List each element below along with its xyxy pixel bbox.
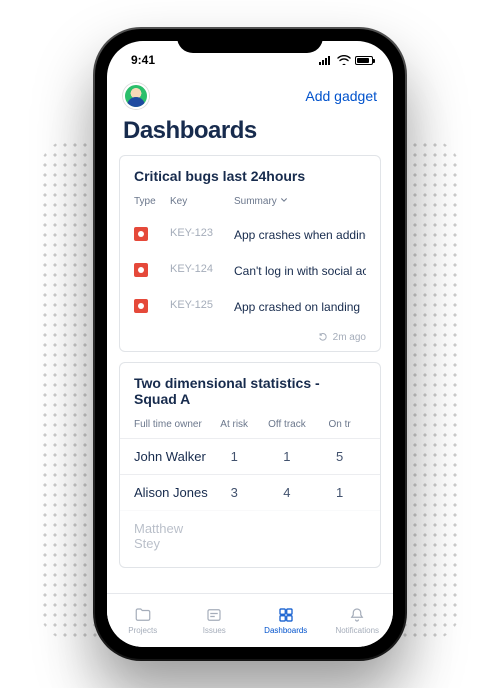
issues-icon — [205, 606, 223, 624]
battery-icon — [355, 56, 373, 65]
bug-summary: App crashed on landing — [234, 299, 366, 315]
col-type: Type — [134, 196, 170, 207]
bug-key: KEY-125 — [170, 299, 234, 311]
bell-icon — [348, 606, 366, 624]
status-time: 9:41 — [131, 53, 155, 67]
bug-summary: App crashes when adding attachment — [234, 227, 366, 243]
stats-header-row: Full time owner At risk Off track On tr — [120, 415, 380, 438]
chevron-down-icon — [280, 196, 288, 207]
tab-dashboards[interactable]: Dashboards — [250, 594, 322, 647]
tab-projects[interactable]: Projects — [107, 594, 179, 647]
tab-issues[interactable]: Issues — [179, 594, 251, 647]
bugs-header-row: Type Key Summary — [120, 192, 380, 217]
col-risk: At risk — [208, 419, 261, 430]
table-row[interactable]: Matthew Stey — [120, 510, 380, 561]
content-scroll[interactable]: Critical bugs last 24hours Type Key Summ… — [107, 155, 393, 593]
dashboard-icon — [277, 606, 295, 624]
bug-key: KEY-124 — [170, 263, 234, 275]
bug-key: KEY-123 — [170, 227, 234, 239]
table-row[interactable]: KEY-123 App crashes when adding attachme… — [120, 217, 380, 253]
avatar[interactable] — [123, 83, 149, 109]
table-row[interactable]: John Walker 1 1 5 — [120, 438, 380, 474]
table-row[interactable]: KEY-124 Can't log in with social account… — [120, 253, 380, 289]
bug-icon — [134, 263, 148, 277]
stats-card: Two dimensional statistics - Squad A Ful… — [119, 362, 381, 568]
add-gadget-button[interactable]: Add gadget — [305, 88, 377, 104]
folder-icon — [134, 606, 152, 624]
page-title: Dashboards — [107, 115, 393, 155]
col-on: On tr — [313, 419, 366, 430]
stats-card-title: Two dimensional statistics - Squad A — [120, 375, 380, 415]
owner-cell: Alison Jones — [134, 485, 208, 500]
tab-notifications[interactable]: Notifications — [322, 594, 394, 647]
bug-icon — [134, 227, 148, 241]
bugs-card: Critical bugs last 24hours Type Key Summ… — [119, 155, 381, 352]
bugs-card-title: Critical bugs last 24hours — [120, 168, 380, 192]
table-row[interactable]: KEY-125 App crashed on landing — [120, 289, 380, 325]
table-row[interactable]: Alison Jones 3 4 1 — [120, 474, 380, 510]
col-key: Key — [170, 196, 234, 207]
col-summary[interactable]: Summary — [234, 196, 366, 207]
refresh-icon[interactable] — [318, 332, 328, 342]
col-owner: Full time owner — [134, 419, 208, 430]
updated-label: 2m ago — [333, 332, 366, 343]
bug-summary: Can't log in with social accounts — [234, 263, 366, 279]
bug-icon — [134, 299, 148, 313]
wifi-icon — [337, 55, 351, 65]
owner-cell: John Walker — [134, 449, 208, 464]
col-off: Off track — [261, 419, 314, 430]
owner-cell: Matthew Stey — [134, 521, 208, 551]
signal-icon — [319, 55, 333, 65]
tab-bar: Projects Issues Dashboards Notifications — [107, 593, 393, 647]
